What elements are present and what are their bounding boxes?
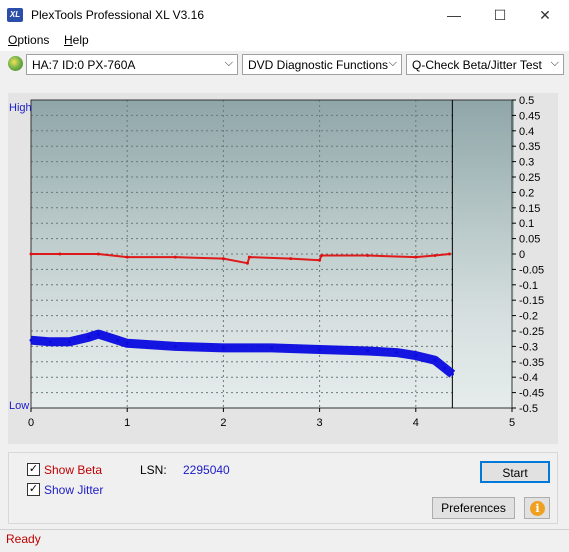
beta-data-point bbox=[173, 255, 177, 259]
beta-data-point bbox=[289, 257, 293, 261]
jitter-series-line bbox=[30, 329, 456, 378]
jitter-data-point bbox=[221, 346, 225, 350]
beta-data-point bbox=[318, 258, 322, 262]
y-tick-label: -0.25 bbox=[519, 326, 544, 338]
show-jitter-checkbox[interactable]: ✓ bbox=[27, 483, 40, 496]
y-tick-label: 0.05 bbox=[519, 234, 540, 246]
beta-series-line bbox=[31, 253, 450, 265]
beta-data-point bbox=[320, 254, 324, 258]
y-tick-label: 0.35 bbox=[519, 141, 540, 153]
lsn-value: 2295040 bbox=[183, 463, 230, 477]
info-button[interactable]: i bbox=[524, 497, 550, 519]
check-icon: ✓ bbox=[28, 463, 39, 475]
jitter-data-point bbox=[116, 338, 120, 342]
beta-data-point bbox=[58, 252, 62, 256]
y-axis-high-label: High bbox=[9, 102, 32, 114]
x-tick-label: 0 bbox=[28, 417, 34, 429]
jitter-data-point bbox=[96, 332, 100, 336]
x-tick-label: 2 bbox=[220, 417, 226, 429]
x-tick-label: 5 bbox=[509, 417, 515, 429]
y-tick-label: -0.3 bbox=[519, 341, 538, 353]
jitter-data-point bbox=[67, 340, 71, 344]
jitter-data-point bbox=[450, 372, 454, 376]
y-tick-label: -0.45 bbox=[519, 388, 544, 400]
show-jitter-label[interactable]: Show Jitter bbox=[44, 483, 103, 497]
y-tick-label: 0.25 bbox=[519, 172, 540, 184]
y-tick-label: 0.45 bbox=[519, 110, 540, 122]
y-tick-label: 0.2 bbox=[519, 187, 534, 199]
jitter-data-point bbox=[366, 349, 370, 353]
beta-data-point bbox=[366, 254, 370, 258]
x-tick-label: 1 bbox=[124, 417, 130, 429]
beta-data-point bbox=[247, 255, 251, 259]
status-bar bbox=[0, 529, 569, 552]
y-tick-label: -0.05 bbox=[519, 264, 544, 276]
y-tick-label: 0.4 bbox=[519, 126, 534, 138]
show-beta-label[interactable]: Show Beta bbox=[44, 463, 102, 477]
info-icon: i bbox=[530, 501, 545, 516]
jitter-data-point bbox=[433, 358, 437, 362]
x-tick-label: 4 bbox=[413, 417, 419, 429]
y-tick-label: 0.3 bbox=[519, 157, 534, 169]
beta-data-point bbox=[414, 255, 418, 259]
jitter-data-point bbox=[318, 347, 322, 351]
lsn-label: LSN: bbox=[140, 463, 167, 477]
beta-data-point bbox=[29, 252, 33, 256]
jitter-data-point bbox=[87, 335, 91, 339]
jitter-data-point bbox=[173, 344, 177, 348]
preferences-button[interactable]: Preferences bbox=[432, 497, 515, 519]
beta-data-point bbox=[96, 252, 100, 256]
jitter-data-point bbox=[29, 338, 33, 342]
y-tick-label: -0.4 bbox=[519, 372, 538, 384]
y-axis-low-label: Low bbox=[9, 400, 30, 412]
y-tick-label: -0.5 bbox=[519, 403, 538, 415]
jitter-data-point bbox=[48, 340, 52, 344]
y-tick-label: -0.2 bbox=[519, 311, 538, 323]
y-tick-label: 0.5 bbox=[519, 95, 534, 107]
jitter-data-point bbox=[125, 341, 129, 345]
beta-data-point bbox=[245, 261, 249, 265]
y-tick-label: -0.1 bbox=[519, 280, 538, 292]
jitter-data-point bbox=[443, 366, 447, 370]
jitter-data-point bbox=[414, 354, 418, 358]
beta-data-point bbox=[447, 252, 451, 256]
status-text: Ready bbox=[6, 532, 41, 546]
jitter-data-point bbox=[270, 346, 273, 350]
y-tick-label: 0.15 bbox=[519, 203, 540, 215]
beta-data-point bbox=[433, 254, 437, 258]
start-button[interactable]: Start bbox=[480, 461, 550, 483]
jitter-data-point bbox=[395, 351, 399, 355]
beta-data-point bbox=[221, 257, 225, 261]
y-tick-label: -0.35 bbox=[519, 357, 544, 369]
show-beta-checkbox[interactable]: ✓ bbox=[27, 463, 40, 476]
y-tick-label: 0 bbox=[519, 249, 525, 261]
y-tick-label: 0.1 bbox=[519, 218, 534, 230]
x-tick-label: 3 bbox=[317, 417, 323, 429]
beta-data-point bbox=[125, 255, 129, 259]
y-tick-label: -0.15 bbox=[519, 295, 544, 307]
check-icon: ✓ bbox=[28, 483, 39, 495]
